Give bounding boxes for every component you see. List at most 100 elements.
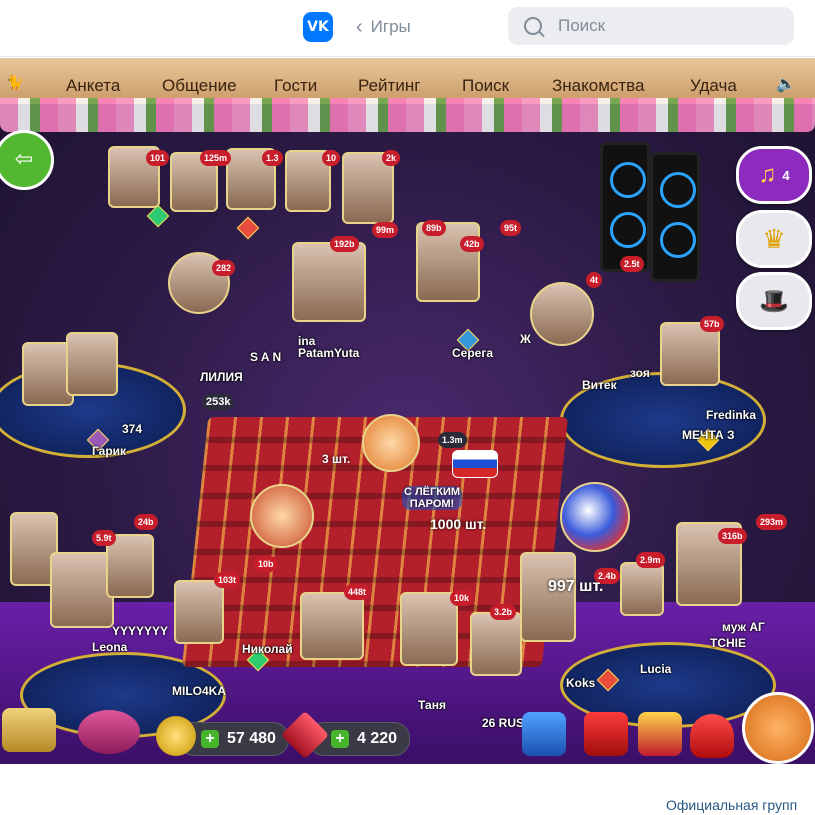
player-name[interactable]: YYYYYYY: [112, 624, 168, 638]
gift-label: С ЛЁГКИМ ПАРОМ!: [402, 486, 462, 510]
game-window: 🐈 Анкета Общение Гости Рейтинг Поиск Зна…: [0, 58, 815, 764]
player-avatar[interactable]: [174, 580, 224, 644]
player-name[interactable]: Гарик: [92, 444, 126, 458]
score-badge: 2k: [382, 150, 401, 166]
player-name[interactable]: Ж: [520, 332, 531, 346]
score-badge: 101: [146, 150, 170, 166]
crown-small-icon[interactable]: [638, 712, 682, 756]
vk-header: VK ‹ Игры: [0, 0, 815, 57]
cat-face-icon[interactable]: [742, 692, 814, 764]
player-name[interactable]: зоя: [630, 366, 650, 380]
player-name[interactable]: Николай: [242, 642, 293, 656]
gift-count: 1000 шт.: [430, 516, 487, 532]
game-stage: 101 125m 1.3 10 2k 99m 89b 42b 95t 192b …: [0, 132, 815, 764]
player-name[interactable]: Fredinka: [706, 408, 756, 422]
gift-count: 997 шт.: [548, 578, 604, 595]
score-badge: 125m: [200, 150, 232, 166]
crown-button[interactable]: ♛: [736, 210, 812, 268]
player-name[interactable]: TCHIE: [710, 636, 746, 650]
crown-icon: ♛: [762, 223, 786, 254]
player-avatar[interactable]: [292, 242, 366, 322]
player-name[interactable]: МЕЧТА З: [682, 428, 735, 442]
score-badge: 24b: [134, 514, 158, 530]
player-avatar[interactable]: [50, 552, 114, 628]
add-coins-icon[interactable]: +: [201, 730, 219, 748]
search-box[interactable]: [508, 7, 794, 45]
player-name[interactable]: 26 RUS: [482, 716, 524, 730]
sound-icon[interactable]: 🔈: [776, 74, 796, 94]
back-link-label: Игры: [370, 17, 411, 36]
rubies-value: 4 220: [357, 730, 398, 747]
score-badge: 2.9m: [636, 552, 665, 568]
score-badge: 89b: [422, 220, 446, 236]
purse-icon[interactable]: [690, 714, 734, 758]
search-icon: [524, 17, 542, 35]
chest-icon[interactable]: [522, 712, 566, 756]
player-avatar[interactable]: [530, 282, 594, 346]
score-badge: 103t: [214, 572, 241, 588]
score-badge: 10b: [254, 556, 278, 572]
matryoshka-gift-icon[interactable]: [250, 484, 314, 548]
player-name[interactable]: Lucia: [640, 662, 671, 676]
gift-count: 3 шт.: [322, 452, 351, 466]
score-badge: 1.3m: [438, 432, 467, 448]
cat-icon[interactable]: 🐈: [6, 74, 24, 90]
player-name[interactable]: S A N: [250, 350, 281, 364]
score-badge: 57b: [700, 316, 724, 332]
score-badge: 42b: [460, 236, 484, 252]
gem-icon: [236, 216, 260, 240]
hearts-button[interactable]: [78, 710, 140, 754]
player-name[interactable]: Koks: [566, 676, 595, 690]
flower-garland: [0, 98, 815, 132]
player-avatar[interactable]: [400, 592, 458, 666]
player-name[interactable]: Leona: [92, 640, 127, 654]
player-name[interactable]: Таня: [418, 698, 446, 712]
player-name[interactable]: ЛИЛИЯ: [200, 370, 243, 384]
player-avatar[interactable]: [470, 612, 522, 676]
score-badge: 253k: [202, 394, 235, 410]
score-badge: 448t: [344, 584, 371, 600]
balloons-gift-icon[interactable]: [560, 482, 630, 552]
vk-logo[interactable]: VK: [303, 12, 333, 42]
score-badge: 95t: [500, 220, 522, 236]
speaker-right: [650, 152, 700, 282]
music-note-icon: ♫: [758, 161, 777, 188]
russia-flag-icon: [452, 450, 498, 478]
chat-bubbles-button[interactable]: [2, 708, 56, 752]
gem-icon: [146, 204, 170, 228]
score-badge: 2.5t: [620, 256, 644, 272]
coins-value: 57 480: [227, 730, 276, 747]
player-avatar[interactable]: [620, 562, 664, 616]
score-badge: 1.3: [262, 150, 283, 166]
score-badge: 99m: [372, 222, 399, 238]
back-to-games-link[interactable]: ‹ Игры: [356, 14, 411, 40]
player-name[interactable]: 374: [122, 422, 142, 436]
player-avatar[interactable]: [520, 552, 576, 642]
official-group-link[interactable]: Официальная групп: [666, 797, 797, 813]
music-count: 4: [782, 167, 790, 183]
player-avatar[interactable]: [66, 332, 118, 396]
music-button[interactable]: ♫ 4: [736, 146, 812, 204]
player-name[interactable]: MILO4KA: [172, 684, 226, 698]
score-badge: 5.9t: [92, 530, 116, 546]
score-badge: 3.2b: [490, 604, 517, 620]
coin-icon: [156, 716, 196, 756]
hat-icon: 🎩: [759, 287, 789, 315]
score-badge: 10k: [450, 590, 474, 606]
score-badge: 10: [322, 150, 341, 166]
search-input[interactable]: [556, 15, 780, 37]
player-name[interactable]: Витек: [582, 378, 617, 392]
player-name[interactable]: Серега: [452, 346, 493, 360]
score-badge: 316b: [718, 528, 747, 544]
chevron-left-icon: ‹: [356, 16, 363, 38]
matryoshka-gift-icon[interactable]: [362, 414, 420, 472]
score-badge: 192b: [330, 236, 359, 252]
gift-box-icon[interactable]: [584, 712, 628, 756]
player-name[interactable]: муж АГ: [722, 620, 765, 634]
hat-button[interactable]: 🎩: [736, 272, 812, 330]
add-rubies-icon[interactable]: +: [331, 730, 349, 748]
player-avatar[interactable]: [300, 592, 364, 660]
player-name[interactable]: PatamYuta: [298, 346, 359, 360]
speaker-left: [600, 142, 650, 272]
exit-icon: ⇦: [14, 146, 34, 171]
